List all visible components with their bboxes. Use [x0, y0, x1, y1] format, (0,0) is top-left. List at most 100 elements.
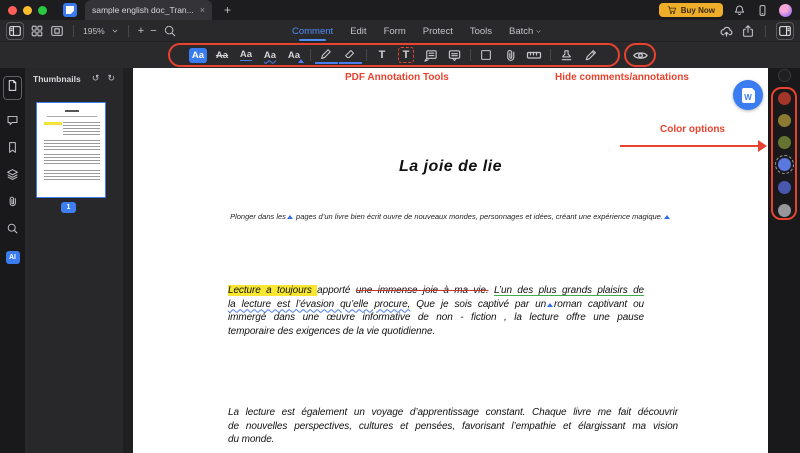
- stamp-tool[interactable]: [555, 46, 578, 64]
- menu-comment[interactable]: Comment: [292, 26, 333, 37]
- eye-icon[interactable]: [632, 47, 649, 64]
- search-icon: [6, 222, 19, 235]
- pencil-tool[interactable]: [315, 46, 338, 64]
- menu-batch[interactable]: Batch: [509, 26, 542, 37]
- zoom-chevron-down-icon[interactable]: [111, 27, 119, 35]
- chevron-down-icon: [535, 28, 542, 35]
- struck-text: une immense joie à ma vie.: [356, 285, 489, 296]
- highlighted-text: Lecture a toujours: [228, 285, 317, 296]
- tab-close-icon[interactable]: ×: [200, 5, 205, 15]
- measure-tool[interactable]: [523, 46, 546, 64]
- color-options-label: Color options: [660, 124, 725, 135]
- hide-annotations-callout: [624, 43, 656, 67]
- color-swatch-green[interactable]: [778, 136, 791, 149]
- rotate-right-icon[interactable]: ↻: [107, 73, 115, 84]
- squiggly-underlined-text: la lecture est l’évasion qu’elle procure…: [228, 299, 410, 310]
- minimize-window-button[interactable]: [23, 6, 32, 15]
- zoom-out-button[interactable]: −: [150, 26, 156, 36]
- highlight-tool-glyph: Aa: [189, 48, 207, 63]
- thumbnails-panel-button[interactable]: [3, 76, 22, 100]
- share-icon[interactable]: [741, 24, 755, 38]
- callout-arrow: [620, 145, 760, 147]
- annotation-tools-callout: Aa Aa Aa Aa Aa: [168, 43, 620, 67]
- strikethrough-tool[interactable]: Aa: [211, 46, 234, 64]
- document-subtitle: Plonger dans les pages d’un livre bien é…: [133, 212, 768, 221]
- right-panel-toggle-button[interactable]: [776, 22, 794, 40]
- color-swatch-red[interactable]: [778, 92, 791, 105]
- paperclip-icon: [503, 48, 518, 63]
- menu-edit[interactable]: Edit: [350, 26, 366, 37]
- color-swatch-blue-selected[interactable]: [778, 158, 791, 171]
- color-swatch-indigo[interactable]: [778, 181, 791, 194]
- buy-now-button[interactable]: Buy Now: [659, 3, 723, 17]
- mobile-device-icon[interactable]: [756, 4, 769, 17]
- zoom-level-value[interactable]: 195%: [83, 26, 105, 36]
- attachment-tool[interactable]: [499, 46, 522, 64]
- eraser-tool[interactable]: [339, 46, 362, 64]
- rotate-left-icon[interactable]: ↺: [92, 73, 100, 84]
- color-swatch-black[interactable]: [778, 69, 791, 82]
- user-avatar[interactable]: [779, 4, 792, 17]
- attachments-panel-button[interactable]: [6, 195, 19, 208]
- app-logo: [63, 3, 77, 17]
- document-tab[interactable]: sample english doc_Tran... ×: [85, 0, 212, 20]
- menu-protect[interactable]: Protect: [423, 26, 453, 37]
- annotation-toolbar: Aa Aa Aa Aa Aa: [0, 42, 800, 68]
- new-tab-button[interactable]: +: [224, 3, 231, 17]
- pdf-editor-window: sample english doc_Tran... × + Buy Now: [0, 0, 800, 453]
- highlight-tool[interactable]: Aa: [187, 46, 210, 64]
- page-number-badge: 1: [61, 202, 76, 213]
- search-panel-button[interactable]: [6, 222, 19, 235]
- sticky-note-tool[interactable]: [443, 46, 466, 64]
- grid-view-icon[interactable]: [30, 24, 44, 38]
- menu-tools[interactable]: Tools: [470, 26, 492, 37]
- bookmarks-panel-button[interactable]: [6, 141, 19, 154]
- paperclip-icon: [6, 195, 19, 208]
- close-window-button[interactable]: [8, 6, 17, 15]
- color-swatch-yellow[interactable]: [778, 114, 791, 127]
- shape-tool[interactable]: [475, 46, 498, 64]
- squiggly-underline-tool[interactable]: Aa: [259, 46, 282, 64]
- page-thumbnail[interactable]: [36, 102, 106, 198]
- callout-tool[interactable]: [419, 46, 442, 64]
- ai-assistant-button[interactable]: AI: [6, 251, 20, 264]
- caret-insert-tool[interactable]: Aa: [283, 46, 306, 64]
- paragraph-plain: La lecture est également un voyage d’app…: [228, 406, 678, 447]
- pencil-icon: [319, 47, 333, 61]
- comment-icon: [6, 114, 19, 127]
- word-doc-icon: W: [742, 88, 755, 103]
- color-swatch-gray[interactable]: [778, 204, 791, 217]
- sidebar-toggle-button[interactable]: [6, 22, 24, 40]
- signature-pen-icon: [583, 48, 598, 63]
- ruler-icon: [526, 47, 542, 63]
- thumbnails-panel: Thumbnails ↺ ↻ 1: [25, 68, 123, 453]
- cart-icon: [667, 5, 677, 15]
- cloud-upload-icon[interactable]: [719, 24, 734, 39]
- convert-to-word-button[interactable]: W: [733, 80, 763, 110]
- comments-panel-button[interactable]: [6, 114, 19, 127]
- caret-annotation-icon: [547, 303, 553, 307]
- caret-annotation-icon: [664, 215, 670, 219]
- main-menu: Comment Edit Form Protect Tools Batch: [292, 20, 542, 42]
- menu-batch-label: Batch: [509, 26, 533, 37]
- notifications-bell-icon[interactable]: [733, 4, 746, 17]
- single-page-view-icon[interactable]: [50, 24, 64, 38]
- signature-tool[interactable]: [579, 46, 602, 64]
- menu-form[interactable]: Form: [384, 26, 406, 37]
- textbox-tool[interactable]: T: [371, 46, 394, 64]
- document-page[interactable]: PDF Annotation Tools Hide comments/annot…: [133, 68, 768, 453]
- color-rail: [768, 68, 800, 453]
- annotation-tools-label: PDF Annotation Tools: [345, 72, 449, 83]
- caret-annotation-icon: [287, 215, 293, 219]
- document-title: La joie de lie: [133, 158, 768, 176]
- callout-arrow-head: [758, 140, 767, 152]
- underline-tool[interactable]: Aa: [235, 46, 258, 64]
- typewriter-tool-active[interactable]: T: [395, 46, 418, 64]
- marquee-zoom-icon[interactable]: [163, 24, 177, 38]
- layers-panel-button[interactable]: [6, 168, 19, 181]
- stamp-icon: [559, 48, 574, 63]
- zoom-in-button[interactable]: +: [138, 26, 144, 36]
- zoom-window-button[interactable]: [38, 6, 47, 15]
- color-options-callout: [771, 87, 797, 220]
- layers-icon: [6, 168, 19, 181]
